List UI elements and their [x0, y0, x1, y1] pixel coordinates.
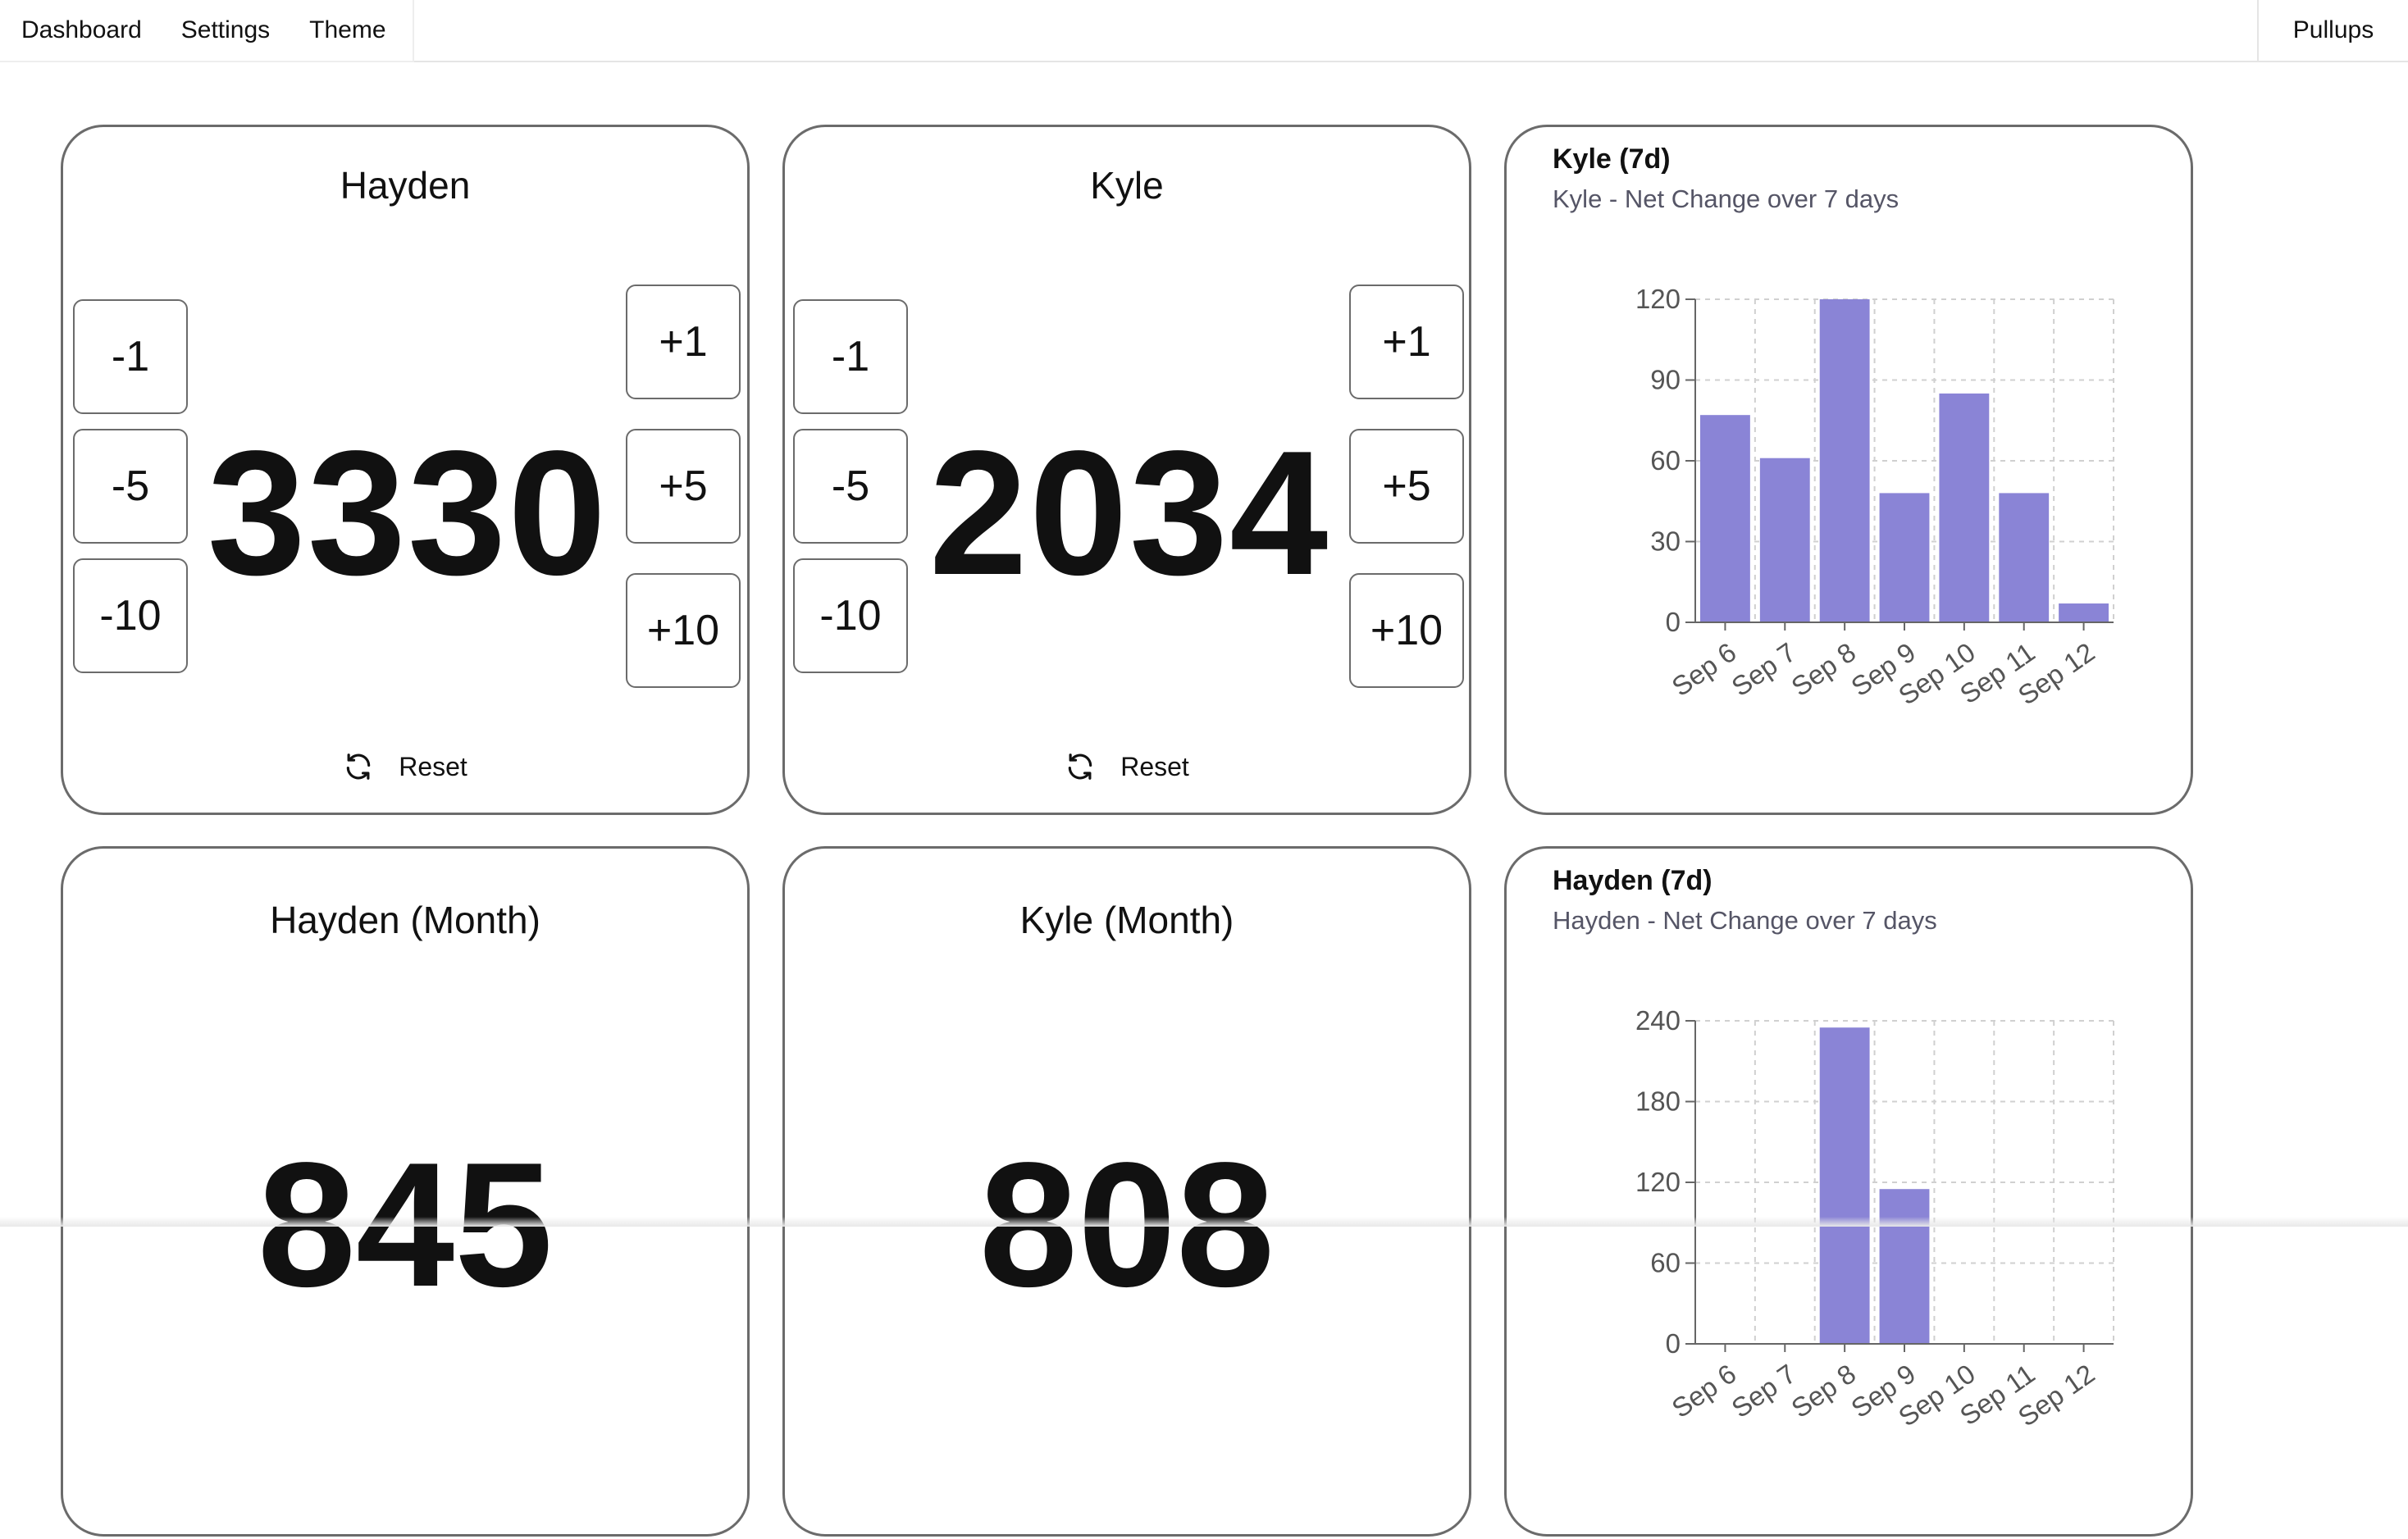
bar: [1879, 1189, 1930, 1344]
plus-1-button[interactable]: +1: [626, 285, 741, 399]
chart-card-hayden-7d: Hayden (7d) Hayden - Net Change over 7 d…: [1504, 846, 2193, 1537]
y-tick-label: 60: [1650, 445, 1681, 476]
reset-button[interactable]: Reset: [63, 747, 747, 786]
bar: [1700, 415, 1750, 622]
plus-10-button[interactable]: +10: [626, 573, 741, 688]
counter-card-hayden: Hayden -1 -5 -10 3330 +1 +5 +10 Reset: [61, 125, 750, 815]
month-card-title: Hayden (Month): [270, 899, 540, 941]
counter-card-kyle: Kyle -1 -5 -10 2034 +1 +5 +10 Reset: [782, 125, 1471, 815]
counter-total: 3330: [207, 413, 609, 612]
minus-10-button[interactable]: -10: [793, 558, 908, 673]
plus-10-button[interactable]: +10: [1349, 573, 1464, 688]
app-title-button[interactable]: Pullups: [2257, 0, 2408, 62]
bottom-shadow: [0, 1217, 2408, 1227]
top-nav: Dashboard Settings Theme Pullups: [0, 0, 2408, 62]
x-tick-label: Sep 6: [1667, 1358, 1742, 1423]
plus-5-button[interactable]: +5: [626, 429, 741, 544]
reset-label: Reset: [399, 751, 467, 781]
nav-menu: Dashboard Settings Theme: [0, 0, 414, 62]
nav-dashboard[interactable]: Dashboard: [0, 0, 160, 61]
month-card-title: Kyle (Month): [1019, 899, 1234, 941]
y-tick-label: 120: [1635, 1167, 1681, 1197]
reset-button[interactable]: Reset: [785, 747, 1469, 786]
nav-theme[interactable]: Theme: [288, 0, 404, 61]
y-tick-label: 0: [1666, 607, 1681, 637]
chart-card-kyle-7d: Kyle (7d) Kyle - Net Change over 7 days …: [1504, 125, 2193, 815]
bar: [2059, 603, 2109, 622]
bar-chart: 060120180240Sep 6Sep 7Sep 8Sep 9Sep 10Se…: [1635, 1005, 2114, 1432]
y-tick-label: 120: [1635, 284, 1681, 314]
minus-1-button[interactable]: -1: [73, 299, 188, 414]
y-tick-label: 180: [1635, 1086, 1681, 1117]
minus-10-button[interactable]: -10: [73, 558, 188, 673]
counter-total: 2034: [928, 413, 1330, 612]
bar: [1819, 299, 1870, 622]
minus-5-button[interactable]: -5: [73, 429, 188, 544]
nav-settings[interactable]: Settings: [160, 0, 288, 61]
y-tick-label: 90: [1650, 365, 1681, 395]
bar: [1759, 458, 1810, 622]
minus-1-button[interactable]: -1: [793, 299, 908, 414]
refresh-icon: [1068, 754, 1092, 780]
bar: [1879, 493, 1930, 622]
bar: [1999, 493, 2050, 622]
x-tick-label: Sep 7: [1726, 1358, 1801, 1423]
bar: [1819, 1027, 1870, 1344]
plus-1-button[interactable]: +1: [1349, 285, 1464, 399]
x-tick-label: Sep 7: [1726, 636, 1801, 702]
counter-name: Kyle: [1090, 164, 1164, 207]
x-tick-label: Sep 6: [1667, 636, 1742, 702]
minus-5-button[interactable]: -5: [793, 429, 908, 544]
x-tick-label: Sep 8: [1785, 1358, 1861, 1423]
bar: [1939, 393, 1990, 622]
counter-name: Hayden: [340, 164, 471, 207]
reset-label: Reset: [1120, 751, 1189, 781]
y-tick-label: 60: [1650, 1248, 1681, 1278]
month-card-kyle: Kyle (Month) 808: [782, 846, 1471, 1537]
refresh-icon: [346, 754, 371, 780]
y-tick-label: 240: [1635, 1005, 1681, 1036]
y-tick-label: 0: [1666, 1328, 1681, 1359]
plus-5-button[interactable]: +5: [1349, 429, 1464, 544]
month-card-hayden: Hayden (Month) 845: [61, 846, 750, 1537]
bar-chart: 0306090120Sep 6Sep 7Sep 8Sep 9Sep 10Sep …: [1635, 284, 2114, 711]
y-tick-label: 30: [1650, 526, 1681, 557]
x-tick-label: Sep 8: [1785, 636, 1861, 702]
